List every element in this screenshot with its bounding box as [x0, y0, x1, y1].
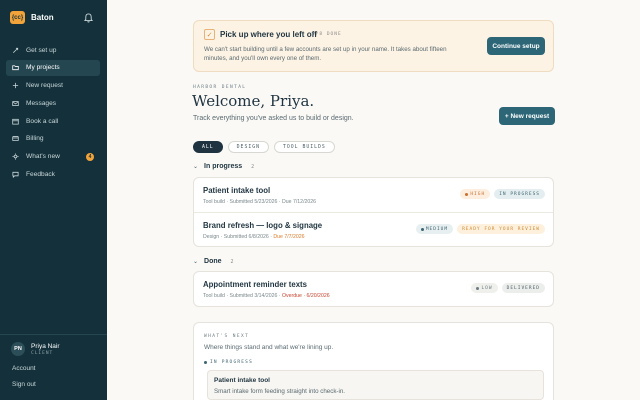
sidebar-item-label: Feedback [26, 171, 55, 179]
user-role: CLIENT [31, 350, 54, 356]
continue-setup-button[interactable]: Continue setup [487, 37, 545, 55]
sidebar-item-label: What's new [26, 153, 60, 161]
setup-banner: ✓ Pick up where you left off 4/8 DONE We… [193, 20, 554, 72]
banner-title: Pick up where you left off [220, 30, 317, 39]
banner-progress: 4/8 DONE [312, 32, 342, 37]
baton-logo: {cc} [10, 11, 25, 24]
sidebar-item-get-set-up[interactable]: Get set up [6, 42, 100, 58]
status-badge: IN PROGRESS [494, 189, 545, 199]
whats-next-panel: WHAT'S NEXT Where things stand and what … [193, 322, 554, 400]
sidebar-item-feedback[interactable]: Feedback [6, 167, 100, 183]
sidebar-item-label: Billing [26, 135, 44, 143]
in-progress-list: Patient intake tool Tool build · Submitt… [193, 177, 554, 247]
sidebar-item-book-a-call[interactable]: Book a call [6, 113, 100, 129]
overdue-date: Overdue · 6/20/2026 [282, 293, 330, 299]
whats-next-sub-label: IN PROGRESS [204, 360, 253, 365]
sidebar-item-label: Get set up [26, 46, 57, 54]
chat-icon [12, 171, 19, 179]
sidebar-item-label: Messages [26, 99, 57, 107]
status-badge: DELIVERED [501, 283, 545, 293]
section-title: Done [204, 258, 222, 265]
card-icon [12, 136, 19, 142]
banner-text: We can't start building until a few acco… [204, 46, 447, 62]
project-meta: Design · Submitted 6/8/2026 · Due 7/7/20… [203, 234, 305, 240]
sidebar-item-messages[interactable]: Messages [6, 95, 100, 111]
project-meta: Tool build · Submitted 3/14/2026 · Overd… [203, 293, 330, 299]
avatar: PN [11, 342, 25, 356]
brand[interactable]: {cc} Baton [10, 11, 54, 24]
plus-icon [12, 82, 19, 89]
section-title: In progress [204, 163, 243, 170]
filter-tool-builds[interactable]: TOOL BUILDS [274, 141, 335, 153]
user-profile[interactable]: PN Priya Nair CLIENT [0, 342, 107, 356]
section-count: 2 [230, 258, 234, 265]
sidebar-item-new-request[interactable]: New request [6, 78, 100, 94]
calendar-icon [12, 118, 19, 125]
mail-icon [12, 101, 19, 106]
sparkle-icon [12, 153, 19, 160]
priority-badge: HIGH [460, 189, 491, 199]
whats-new-badge: 4 [86, 152, 94, 161]
section-in-progress-header[interactable]: ⌄ In progress 2 [193, 163, 254, 170]
sidebar-item-my-projects[interactable]: My projects [6, 59, 100, 76]
filter-chips: ALL DESIGN TOOL BUILDS [193, 141, 335, 153]
table-row[interactable]: Patient intake tool Tool build · Submitt… [194, 178, 553, 212]
page-title: Welcome, Priya. [192, 92, 315, 110]
next-item-title: Patient intake tool [214, 377, 270, 384]
project-title: Patient intake tool [203, 186, 271, 195]
account-link[interactable]: Account [0, 365, 36, 372]
project-title: Appointment reminder texts [203, 280, 307, 289]
section-done-header[interactable]: ⌄ Done 2 [193, 258, 234, 265]
section-count: 2 [251, 163, 255, 170]
project-title: Brand refresh — logo & signage [203, 221, 323, 230]
next-item-desc: Smart intake form feeding straight into … [214, 388, 346, 395]
check-icon: ✓ [204, 29, 215, 40]
filter-all[interactable]: ALL [193, 141, 223, 153]
sidebar-item-billing[interactable]: Billing [6, 131, 100, 147]
whats-next-label: WHAT'S NEXT [204, 334, 250, 339]
table-row[interactable]: Brand refresh — logo & signage Design · … [194, 212, 553, 246]
main-content: ✓ Pick up where you left off 4/8 DONE We… [107, 0, 640, 400]
priority-badge: MEDIUM [415, 224, 454, 234]
page-subtitle: Track everything you've asked us to buil… [193, 115, 354, 122]
sign-out-link[interactable]: Sign out [0, 381, 36, 388]
whats-next-item[interactable]: Patient intake tool Smart intake form fe… [207, 370, 544, 400]
user-name: Priya Nair [31, 342, 60, 350]
org-name: HARBOR DENTAL [193, 85, 247, 90]
app-name: Baton [31, 13, 54, 22]
done-list: Appointment reminder texts Tool build · … [193, 271, 554, 307]
chevron-down-icon: ⌄ [193, 164, 199, 170]
project-meta: Tool build · Submitted 5/23/2026 · Due 7… [203, 199, 317, 205]
rocket-icon [13, 47, 19, 53]
status-badge: READY FOR YOUR REVIEW [457, 224, 545, 234]
chevron-down-icon: ⌄ [193, 259, 199, 265]
table-row[interactable]: Appointment reminder texts Tool build · … [194, 272, 553, 306]
sidebar: {cc} Baton Get set up My projects New re… [0, 0, 107, 400]
sidebar-item-label: Book a call [26, 117, 59, 125]
sidebar-item-label: New request [26, 82, 64, 90]
due-date: Due 7/7/2026 [273, 234, 305, 240]
sidebar-nav: Get set up My projects New request Messa… [6, 42, 100, 184]
priority-badge: LOW [471, 283, 498, 293]
new-request-button[interactable]: + New request [499, 107, 555, 125]
folder-icon [12, 65, 19, 71]
sidebar-item-label: My projects [26, 64, 60, 72]
filter-design[interactable]: DESIGN [227, 141, 269, 153]
sidebar-item-whats-new[interactable]: What's new 4 [6, 149, 100, 165]
user-panel: PN Priya Nair CLIENT [0, 334, 107, 356]
bell-icon[interactable] [84, 13, 93, 23]
whats-next-desc: Where things stand and what we're lining… [204, 344, 334, 351]
